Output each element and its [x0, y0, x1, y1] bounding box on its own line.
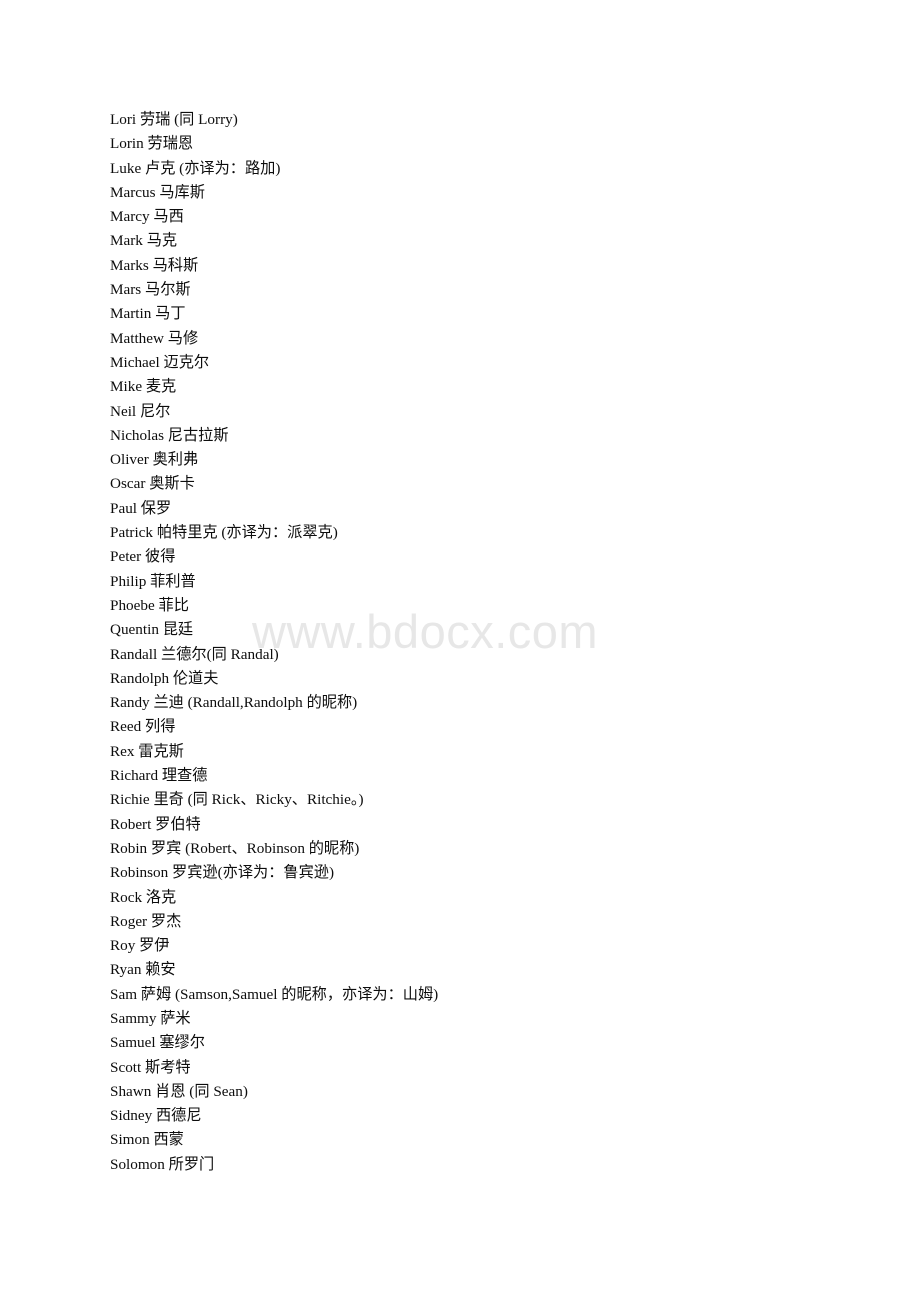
name-entry-line: Phoebe 菲比 — [110, 596, 189, 614]
name-entry-line: Peter 彼得 — [110, 548, 176, 566]
name-entry-line: Patrick 帕特里克 (亦译为：派翠克) — [110, 524, 338, 542]
name-entry-line: Rock 洛克 — [110, 888, 177, 906]
name-entry-line: Samuel 塞缪尔 — [110, 1034, 205, 1052]
name-entry-line: Luke 卢克 (亦译为：路加) — [110, 159, 281, 177]
name-entry-line: Oscar 奥斯卡 — [110, 475, 195, 493]
name-entry-line: Marks 马科斯 — [110, 256, 199, 274]
name-entry-line: Lorin 劳瑞恩 — [110, 135, 194, 153]
name-entry-line: Sammy 萨米 — [110, 1009, 191, 1027]
name-entry-line: Rex 雷克斯 — [110, 742, 184, 760]
name-entry-line: Shawn 肖恩 (同 Sean) — [110, 1082, 248, 1100]
name-entry-line: Roy 罗伊 — [110, 937, 170, 955]
name-entry-line: Matthew 马修 — [110, 329, 199, 347]
name-entry-line: Sidney 西德尼 — [110, 1107, 202, 1125]
name-entry-line: Scott 斯考特 — [110, 1058, 191, 1076]
name-entry-line: Michael 迈克尔 — [110, 353, 210, 371]
name-entry-line: Marcus 马库斯 — [110, 183, 205, 201]
name-entry-line: Nicholas 尼古拉斯 — [110, 426, 229, 444]
name-glossary-list: Lori 劳瑞 (同 Lorry) Lorin 劳瑞恩 Luke 卢克 (亦译为：路… — [110, 108, 870, 1177]
name-entry-line: Roger 罗杰 — [110, 912, 182, 930]
name-entry-line: Robert 罗伯特 — [110, 815, 201, 833]
name-entry-line: Robinson 罗宾逊(亦译为：鲁宾逊) — [110, 864, 335, 882]
name-entry-line: Randy 兰迪 (Randall,Randolph 的昵称) — [110, 694, 358, 712]
name-entry-line: Marcy 马西 — [110, 208, 184, 226]
name-entry-line: Mike 麦克 — [110, 378, 177, 396]
name-entry-line: Ryan 赖安 — [110, 961, 176, 979]
name-entry-line: Philip 菲利普 — [110, 572, 196, 590]
name-entry-line: Randall 兰德尔(同 Randal) — [110, 645, 279, 663]
name-entry-line: Neil 尼尔 — [110, 402, 171, 420]
name-entry-line: Martin 马丁 — [110, 305, 186, 323]
name-entry-line: Mark 马克 — [110, 232, 178, 250]
name-entry-line: Paul 保罗 — [110, 499, 172, 517]
name-entry-line: Quentin 昆廷 — [110, 621, 194, 639]
name-entry-line: Reed 列得 — [110, 718, 176, 736]
name-entry-line: Lori 劳瑞 (同 Lorry) — [110, 111, 238, 128]
name-entry-line: Simon 西蒙 — [110, 1131, 184, 1149]
name-entry-line: Robin 罗宾 (Robert、Robinson 的昵称) — [110, 839, 360, 857]
name-entry-line: Oliver 奥利弗 — [110, 451, 199, 469]
name-entry-line: Solomon 所罗门 — [110, 1155, 215, 1173]
name-entry-line: Randolph 伦道夫 — [110, 669, 219, 687]
name-entry-line: Mars 马尔斯 — [110, 281, 191, 299]
name-entry-line: Richie 里奇 (同 Rick、Ricky、Ritchie。) — [110, 791, 364, 809]
name-entry-line: Sam 萨姆 (Samson,Samuel 的昵称，亦译为：山姆) — [110, 985, 439, 1003]
name-entry-line: Richard 理查德 — [110, 767, 208, 785]
